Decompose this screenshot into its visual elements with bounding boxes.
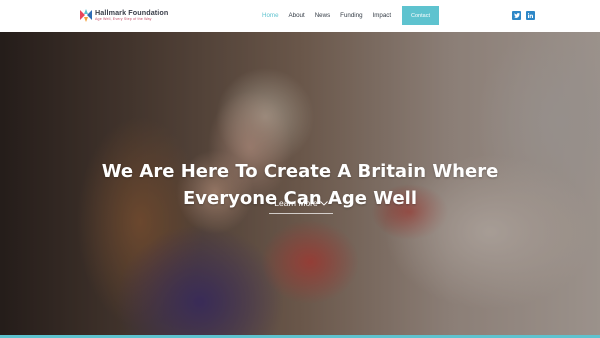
hero-title-line-1: We Are Here To Create A Britain Where bbox=[101, 161, 499, 182]
learn-more-underline bbox=[269, 213, 333, 214]
site-header: Hallmark Foundation Age Well, Every Step… bbox=[0, 0, 600, 32]
nav-item-news[interactable]: News bbox=[315, 12, 330, 20]
twitter-icon[interactable] bbox=[512, 11, 521, 20]
nav-item-about[interactable]: About bbox=[289, 12, 305, 20]
brand-tagline: Age Well, Every Step of the Way bbox=[95, 17, 152, 21]
nav-item-funding[interactable]: Funding bbox=[340, 12, 362, 20]
learn-more-link[interactable]: Learn More bbox=[268, 198, 334, 208]
logo-mark-icon bbox=[80, 9, 92, 22]
contact-button[interactable]: Contact bbox=[402, 6, 439, 25]
nav-item-impact[interactable]: Impact bbox=[373, 12, 392, 20]
chevron-down-icon bbox=[319, 200, 328, 206]
hero-banner: We Are Here To Create A Britain Where Ev… bbox=[0, 32, 600, 338]
learn-more-label: Learn More bbox=[274, 198, 318, 208]
brand-name: Hallmark Foundation bbox=[95, 8, 169, 17]
main-nav: Home About News Funding Impact bbox=[262, 12, 401, 20]
site-logo[interactable]: Hallmark Foundation Age Well, Every Step… bbox=[80, 9, 168, 22]
nav-item-home[interactable]: Home bbox=[262, 12, 279, 20]
linkedin-icon[interactable] bbox=[526, 11, 535, 20]
